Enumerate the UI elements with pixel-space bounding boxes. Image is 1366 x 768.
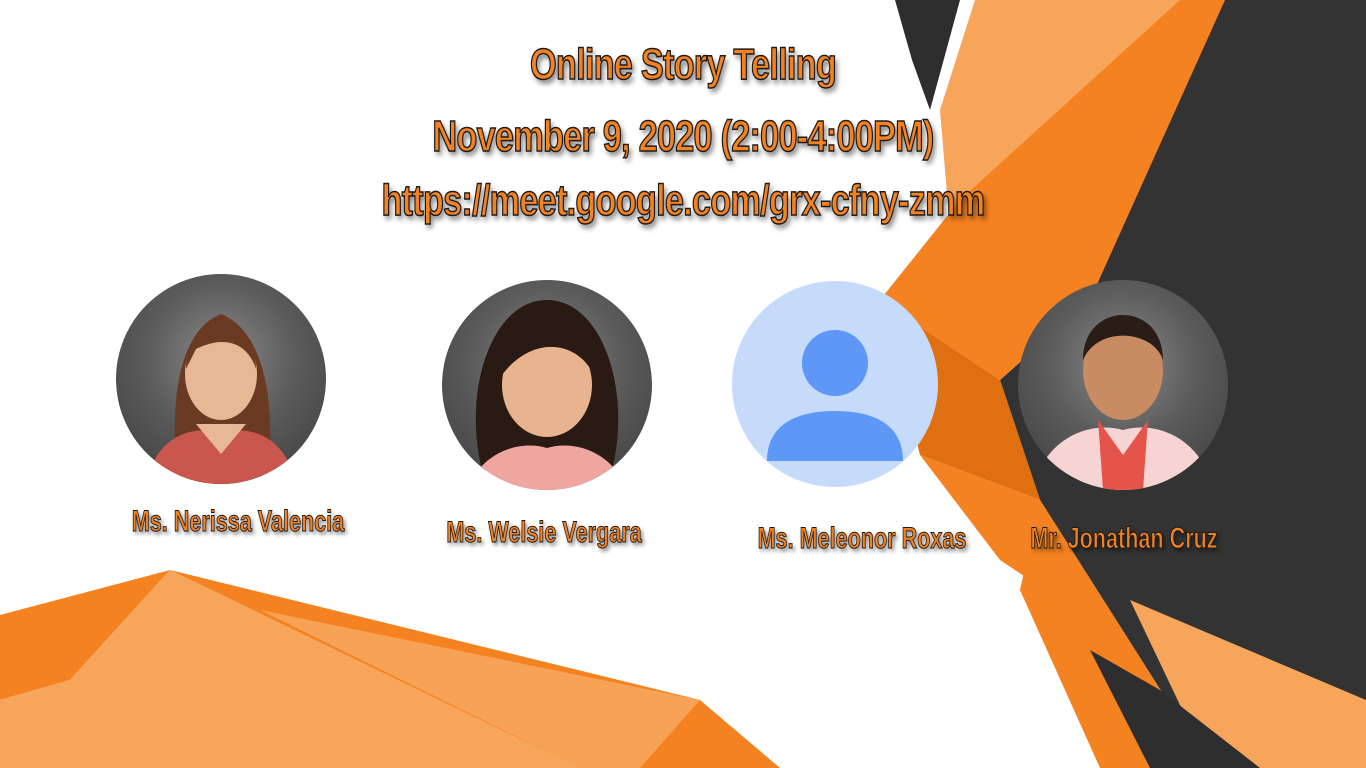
speaker-name-4: Mr. Jonathan Cruz <box>1030 522 1218 556</box>
speaker-name-2: Ms. Welsie Vergara <box>446 516 642 550</box>
event-meet-link[interactable]: https://meet.google.com/grx-cfny-zmm <box>150 175 1215 226</box>
speaker-photo-graphic <box>1033 315 1213 490</box>
event-date-time: November 9, 2020 (2:00-4:00PM) <box>432 111 935 162</box>
default-person-icon <box>767 330 903 461</box>
event-title: Online Story Telling <box>529 39 837 90</box>
speaker-photo-nerissa-valencia <box>116 274 326 484</box>
speaker-name-3: Ms. Meleonor Roxas <box>757 522 967 556</box>
speaker-photo-welsie-vergara <box>442 280 652 490</box>
speaker-photo-graphic <box>467 300 627 490</box>
speaker-name-1: Ms. Nerissa Valencia <box>131 505 345 539</box>
speaker-avatar-meleonor-roxas <box>732 281 938 487</box>
speaker-photo-jonathan-cruz <box>1018 280 1228 490</box>
speaker-photo-graphic <box>146 314 296 484</box>
